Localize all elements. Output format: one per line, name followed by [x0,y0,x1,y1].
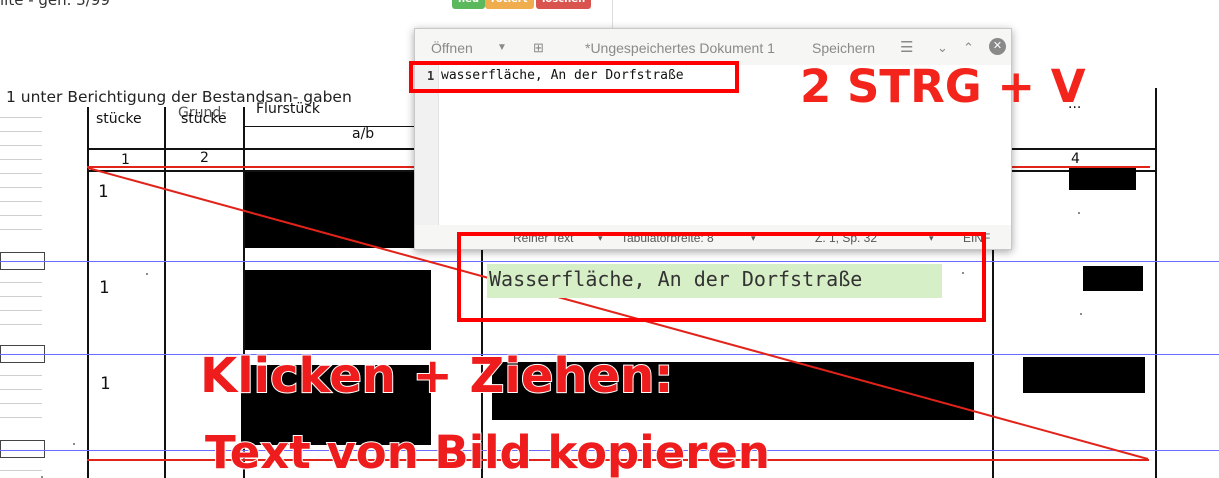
step-2-label: 2 STRG + V [800,60,1086,113]
save-button[interactable]: Speichern [812,40,875,56]
document-title: *Ungespeichertes Dokument 1 [585,40,775,56]
new-tab-icon[interactable]: ⊞ [533,40,544,56]
close-icon[interactable]: ✕ [989,38,1006,55]
maximize-icon[interactable]: ⌃ [963,40,974,56]
step-1-label: Klicken + Ziehen: [199,347,674,405]
minimize-icon[interactable]: ⌄ [937,40,948,56]
open-button[interactable]: Öffnen [431,40,473,56]
paste-target-box [409,61,739,93]
step-1-sublabel: Text von Bild kopieren [204,425,771,478]
hamburger-menu-icon[interactable]: ☰ [900,38,913,56]
chevron-down-icon[interactable]: ▼ [497,42,507,53]
selection-box [457,232,986,322]
